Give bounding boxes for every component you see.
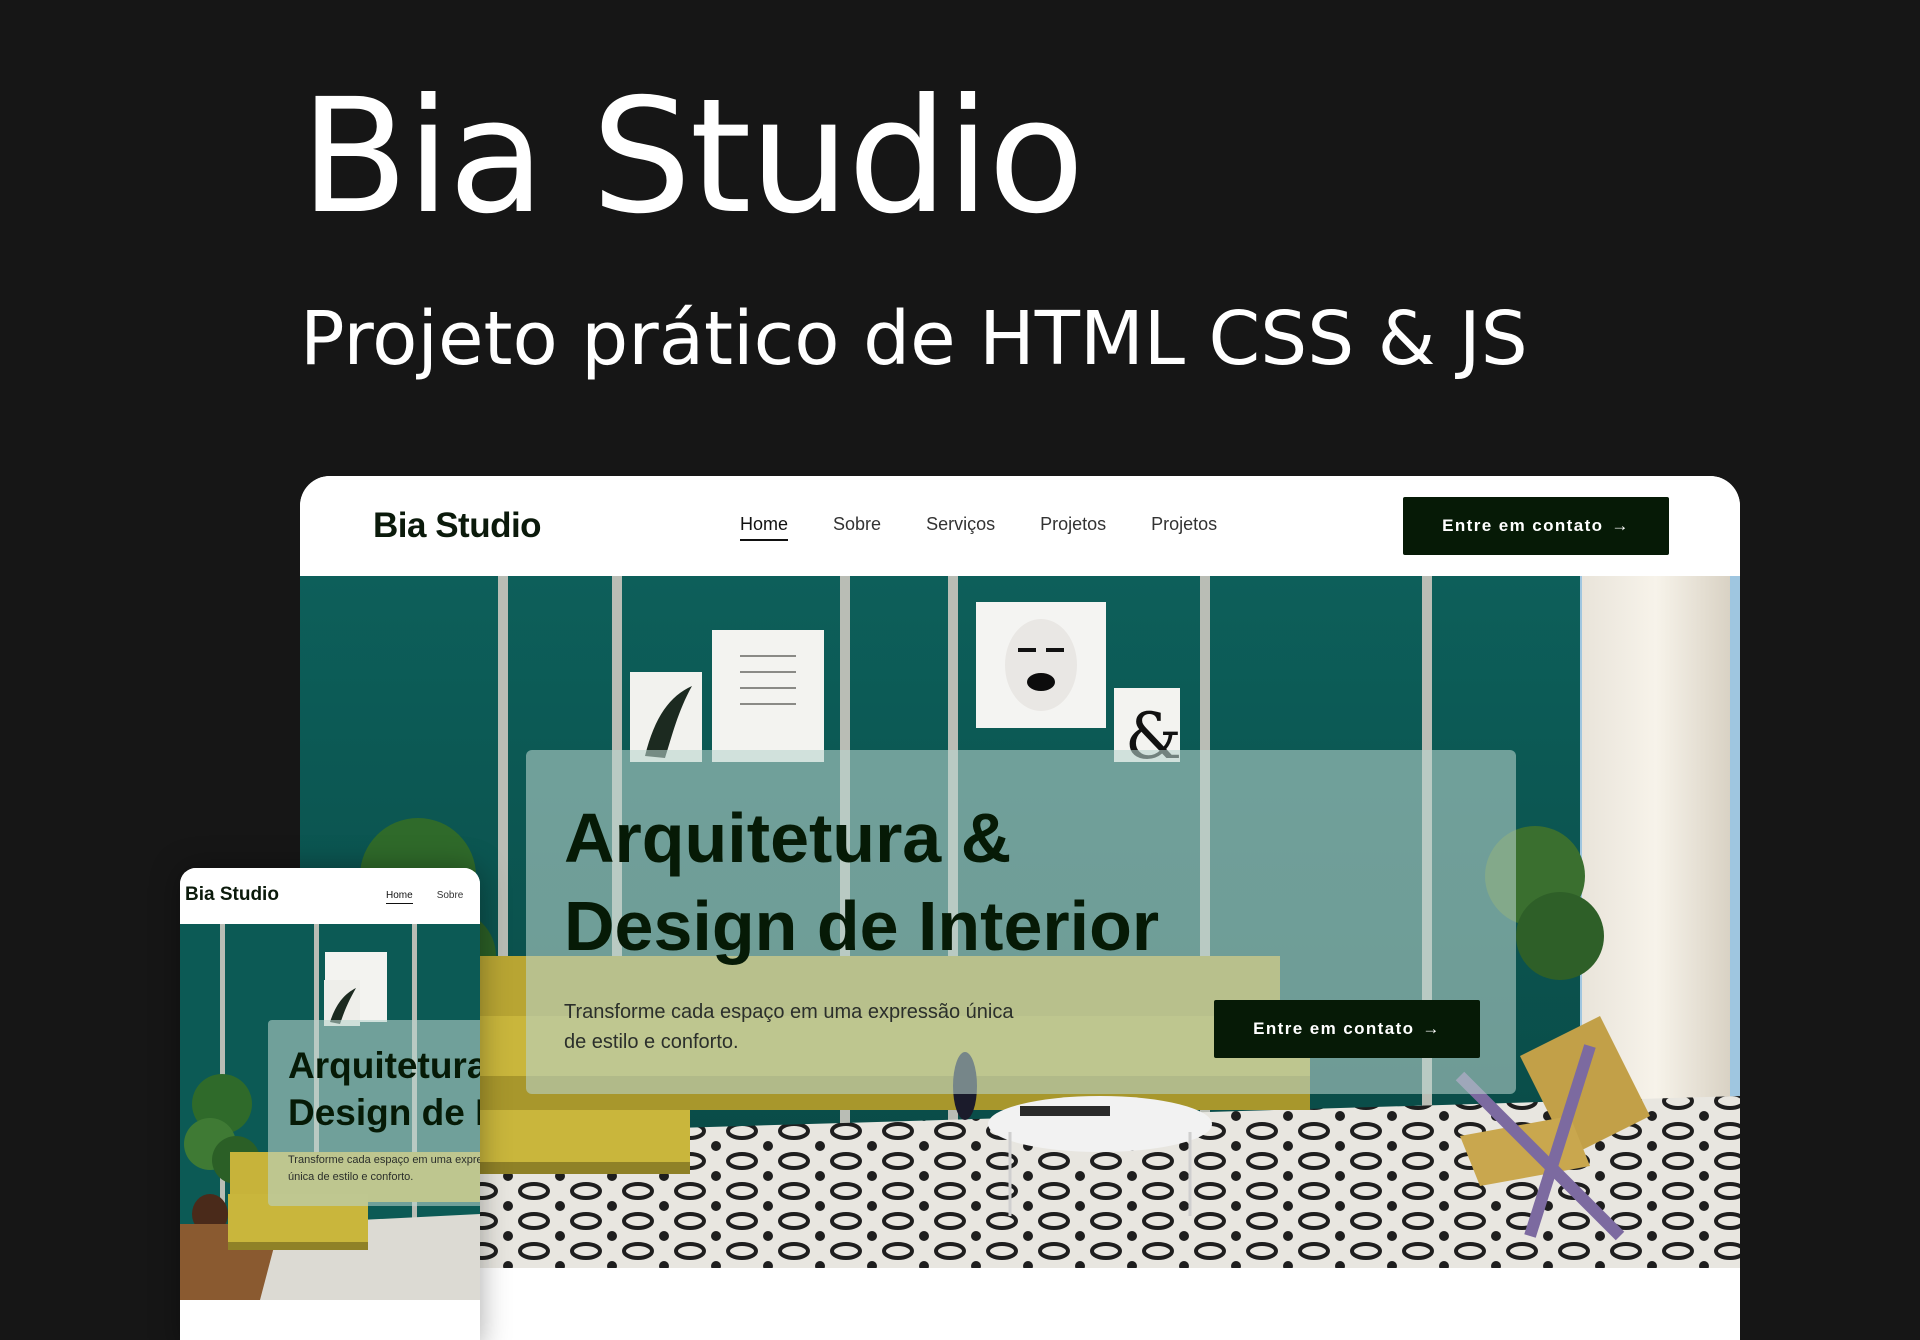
mobile-hero-title: Arquitetura & Design de Interior [288,1042,480,1136]
mobile-hero-description: Transforme cada espaço em uma expressão … [288,1152,480,1186]
desktop-nav-links: Home Sobre Serviços Projetos Projetos [740,514,1217,541]
mobile-nav-links: Home Sobre [386,890,463,904]
arrow-right-icon: → [1611,516,1630,535]
nav-contact-button[interactable]: Entre em contato → [1403,497,1669,555]
hero-section: & Arquitetura & Design de Interior Trans… [300,576,1740,1268]
nav-link-projetos-2[interactable]: Projetos [1151,514,1217,541]
nav-link-sobre[interactable]: Sobre [833,514,881,541]
mobile-logo[interactable]: Bia Studio [185,884,279,906]
desktop-navbar: Bia Studio Home Sobre Serviços Projetos … [300,476,1740,576]
mobile-navbar: Bia Studio Home Sobre [180,868,480,924]
arrow-right-icon: → [1422,1019,1441,1038]
mobile-mockup: Bia Studio Home Sobre Arquitetura Design… [180,868,480,1340]
hero-contact-button[interactable]: Entre em contato → [1214,1000,1480,1058]
mobile-hero-description-line-2: única de estilo e conforto. [288,1171,414,1183]
mobile-hero-section: Arquitetura & Design de Interior Transfo… [180,924,480,1300]
nav-link-servicos[interactable]: Serviços [926,514,995,541]
mobile-nav-link-sobre[interactable]: Sobre [437,890,464,904]
mobile-hero-description-line-1: Transforme cada espaço em uma expressão [288,1154,480,1166]
desktop-logo[interactable]: Bia Studio [373,506,542,546]
page-stage: Bia Studio Projeto prático de HTML CSS &… [0,0,1920,1340]
hero-contact-button-label: Entre em contato [1253,1019,1415,1038]
hero-title: Arquitetura & Design de Interior [564,794,1159,970]
nav-contact-button-label: Entre em contato [1442,516,1604,535]
mobile-nav-link-home[interactable]: Home [386,890,413,904]
mobile-hero-card: Arquitetura & Design de Interior Transfo… [268,1020,480,1206]
hero-title-line-1: Arquitetura & [564,799,1012,877]
mobile-hero-title-line-1: Arquitetura & [288,1045,480,1086]
hero-description: Transforme cada espaço em uma expressão … [564,1001,1014,1053]
nav-link-projetos[interactable]: Projetos [1040,514,1106,541]
mobile-hero-title-line-2: Design de Interior [288,1092,480,1133]
nav-link-home[interactable]: Home [740,514,789,541]
hero-card: Arquitetura & Design de Interior Transfo… [526,750,1516,1094]
hero-title-line-2: Design de Interior [564,887,1160,965]
headline-title: Bia Studio [300,65,1085,249]
headline-subtitle: Projeto prático de HTML CSS & JS [300,296,1528,382]
desktop-mockup: Bia Studio Home Sobre Serviços Projetos … [300,476,1740,1340]
